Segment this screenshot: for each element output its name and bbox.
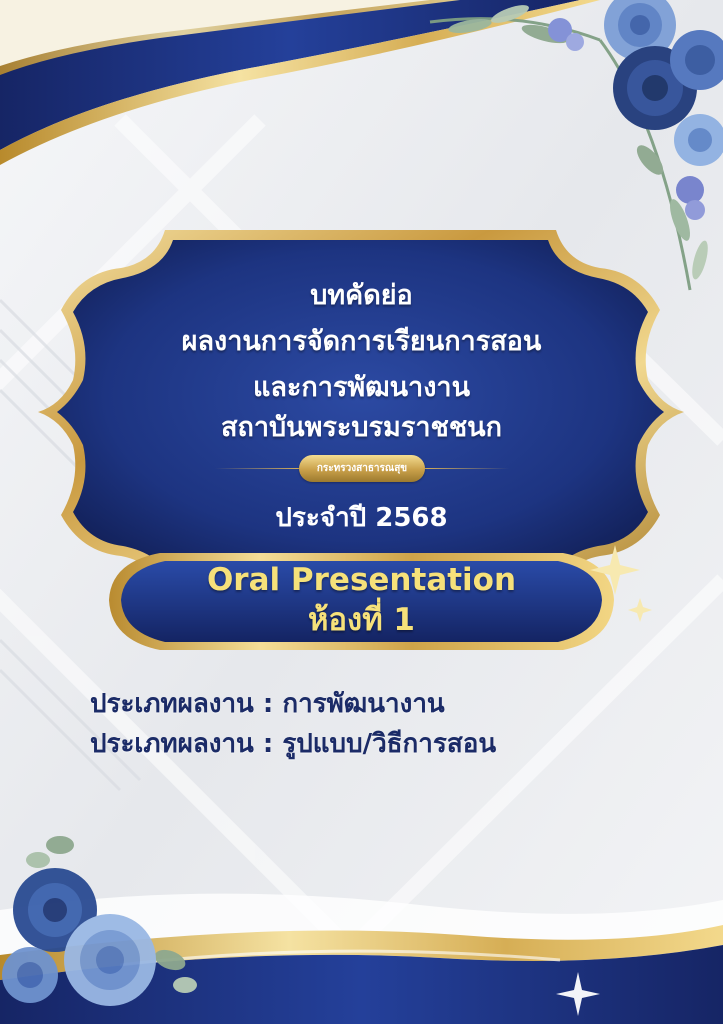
room-label: ห้องที่ 1 [308, 602, 415, 638]
badge-divider-right [425, 468, 509, 469]
abstract-heading: บทคัดย่อ [310, 280, 413, 311]
category-line-2: ประเภทผลงาน : รูปแบบ/วิธีการสอน [90, 729, 497, 759]
year-label: ประจำปี 2568 [275, 503, 448, 533]
presentation-type: Oral Presentation [206, 562, 517, 598]
title-line-2: ผลงานการจัดการเรียนการสอน [181, 326, 542, 357]
title-line-4: สถาบันพระบรมราชชนก [221, 412, 502, 443]
category-line-1: ประเภทผลงาน : การพัฒนางาน [90, 689, 445, 719]
badge-divider-left [215, 468, 299, 469]
ministry-badge: กระทรวงสาธารณสุข [299, 455, 425, 482]
